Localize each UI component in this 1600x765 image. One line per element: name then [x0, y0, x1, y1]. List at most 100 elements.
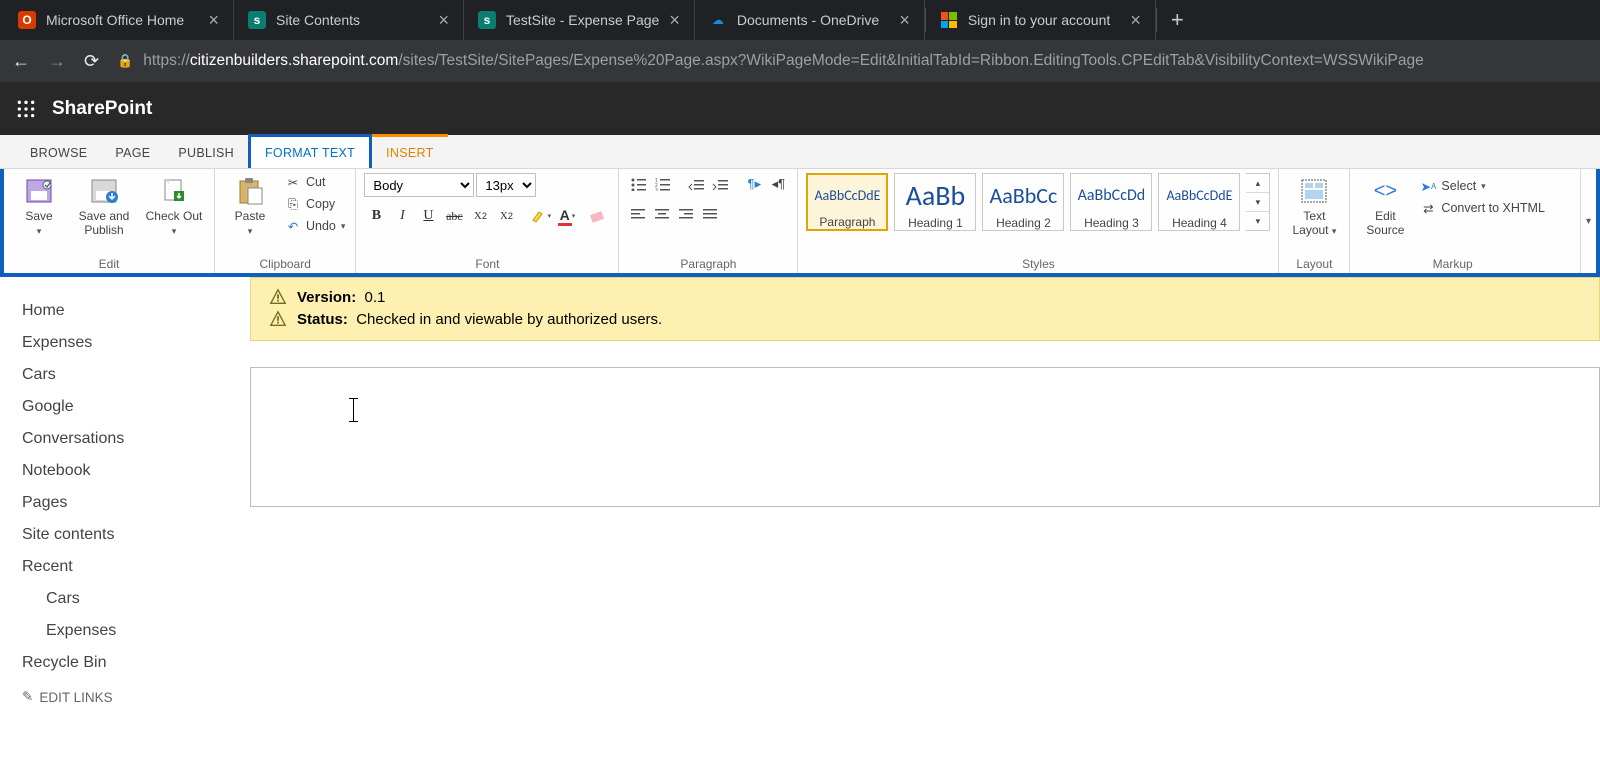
- style-heading-3[interactable]: AaBbCcDdHeading 3: [1070, 173, 1152, 231]
- style-paragraph[interactable]: AaBbCcDdEParagraph: [806, 173, 888, 231]
- outdent-button[interactable]: [685, 173, 707, 195]
- save-icon: [22, 175, 56, 207]
- style-heading-4[interactable]: AaBbCcDdEHeading 4: [1158, 173, 1240, 231]
- nav-conversations[interactable]: Conversations: [22, 423, 240, 455]
- browser-tab[interactable]: O Microsoft Office Home ×: [4, 0, 234, 40]
- tab-title: Site Contents: [276, 12, 428, 28]
- nav-home[interactable]: Home: [22, 295, 240, 327]
- undo-icon: ↶: [285, 218, 301, 234]
- tab-page[interactable]: PAGE: [101, 137, 164, 168]
- paste-button[interactable]: Paste▾: [223, 173, 277, 238]
- bullet-list-button[interactable]: [627, 173, 649, 195]
- italic-button[interactable]: I: [390, 205, 414, 227]
- align-left-button[interactable]: [627, 203, 649, 225]
- style-heading-1[interactable]: AaBbHeading 1: [894, 173, 976, 231]
- sharepoint-icon: s: [478, 11, 496, 29]
- style-heading-2[interactable]: AaBbCcHeading 2: [982, 173, 1064, 231]
- underline-button[interactable]: U: [416, 205, 440, 227]
- ribbon-tabs: BROWSE PAGE PUBLISH FORMAT TEXT INSERT: [0, 135, 1600, 169]
- reload-button[interactable]: ⟳: [84, 51, 99, 72]
- bold-button[interactable]: B: [364, 205, 388, 227]
- status-label: Status:: [297, 311, 348, 328]
- edit-source-icon: <>: [1368, 175, 1402, 207]
- ribbon-collapse-button[interactable]: ▾: [1580, 169, 1596, 273]
- url-display[interactable]: 🔒 https://citizenbuilders.sharepoint.com…: [117, 52, 1588, 70]
- text-layout-button[interactable]: Text Layout ▾: [1287, 173, 1341, 238]
- subscript-button[interactable]: X2: [468, 205, 492, 227]
- number-list-button[interactable]: 123: [651, 173, 673, 195]
- nav-cars[interactable]: Cars: [22, 359, 240, 391]
- nav-pages[interactable]: Pages: [22, 487, 240, 519]
- nav-notebook[interactable]: Notebook: [22, 455, 240, 487]
- align-center-button[interactable]: [651, 203, 673, 225]
- clear-format-button[interactable]: [586, 205, 610, 227]
- rtl-button[interactable]: ◂¶: [767, 173, 789, 195]
- cut-icon: ✂: [285, 174, 301, 190]
- text-layout-icon: [1297, 175, 1331, 207]
- app-launcher-icon[interactable]: [0, 83, 52, 135]
- font-color-button[interactable]: A▾: [554, 205, 578, 227]
- browser-tab[interactable]: Sign in to your account ×: [926, 0, 1156, 40]
- tab-browse[interactable]: BROWSE: [16, 137, 101, 168]
- edit-source-button[interactable]: <> Edit Source: [1358, 173, 1412, 238]
- check-out-button[interactable]: Check Out▾: [142, 173, 206, 238]
- version-value: 0.1: [365, 289, 386, 306]
- nav-site-contents[interactable]: Site contents: [22, 519, 240, 551]
- close-icon[interactable]: ×: [1130, 10, 1141, 31]
- styles-more[interactable]: ▴▾▾: [1246, 173, 1270, 231]
- forward-button[interactable]: →: [48, 51, 66, 72]
- convert-icon: ⇄: [1420, 200, 1436, 216]
- nav-recent[interactable]: Recent: [22, 551, 240, 583]
- tab-publish[interactable]: PUBLISH: [164, 137, 248, 168]
- nav-recycle-bin[interactable]: Recycle Bin: [22, 647, 240, 679]
- tab-insert[interactable]: INSERT: [372, 134, 447, 168]
- indent-button[interactable]: [709, 173, 731, 195]
- save-button[interactable]: Save▾: [12, 173, 66, 238]
- superscript-button[interactable]: X2: [494, 205, 518, 227]
- group-clipboard: Paste▾ ✂Cut ⎘Copy ↶Undo ▾ Clipboard: [215, 169, 356, 273]
- undo-button[interactable]: ↶Undo ▾: [283, 217, 347, 235]
- version-label: Version:: [297, 289, 356, 306]
- align-right-button[interactable]: [675, 203, 697, 225]
- group-label: Paragraph: [627, 255, 789, 271]
- ltr-button[interactable]: ¶▸: [743, 173, 765, 195]
- align-justify-button[interactable]: [699, 203, 721, 225]
- suite-title[interactable]: SharePoint: [52, 98, 152, 120]
- font-size-select[interactable]: 13px: [476, 173, 536, 197]
- strikethrough-button[interactable]: abc: [442, 205, 466, 227]
- browser-tab[interactable]: ☁ Documents - OneDrive ×: [695, 0, 925, 40]
- save-publish-icon: [87, 175, 121, 207]
- new-tab-button[interactable]: +: [1157, 0, 1198, 40]
- font-name-select[interactable]: Body: [364, 173, 474, 197]
- close-icon[interactable]: ×: [438, 10, 449, 31]
- close-icon[interactable]: ×: [899, 10, 910, 31]
- checkout-icon: [157, 175, 191, 207]
- browser-tab[interactable]: s TestSite - Expense Page ×: [464, 0, 695, 40]
- back-button[interactable]: ←: [12, 51, 30, 72]
- close-icon[interactable]: ×: [669, 10, 680, 31]
- cut-button[interactable]: ✂Cut: [283, 173, 347, 191]
- highlight-button[interactable]: ▾: [528, 205, 552, 227]
- group-paragraph: 123 ¶▸ ◂¶ Paragraph: [619, 169, 798, 273]
- edit-links-button[interactable]: ✎ EDIT LINKS: [22, 689, 240, 705]
- group-edit: Save▾ Save and Publish Check Out▾ Edit: [4, 169, 215, 273]
- browser-tab[interactable]: s Site Contents ×: [234, 0, 464, 40]
- group-label: Font: [364, 255, 610, 271]
- group-label: Edit: [12, 255, 206, 271]
- group-label: Layout: [1287, 255, 1341, 271]
- group-label: Markup: [1358, 255, 1547, 271]
- nav-expenses[interactable]: Expenses: [22, 327, 240, 359]
- nav-google[interactable]: Google: [22, 391, 240, 423]
- pencil-icon: ✎: [22, 689, 33, 705]
- page-content-editor[interactable]: [250, 367, 1600, 507]
- close-icon[interactable]: ×: [208, 10, 219, 31]
- tab-title: Sign in to your account: [968, 12, 1120, 28]
- lock-icon: 🔒: [117, 53, 133, 69]
- nav-recent-cars[interactable]: Cars: [22, 583, 240, 615]
- select-button[interactable]: ➤ASelect ▾: [1418, 177, 1547, 195]
- copy-button[interactable]: ⎘Copy: [283, 195, 347, 213]
- convert-xhtml-button[interactable]: ⇄Convert to XHTML: [1418, 199, 1547, 217]
- nav-recent-expenses[interactable]: Expenses: [22, 615, 240, 647]
- tab-format-text[interactable]: FORMAT TEXT: [248, 134, 372, 168]
- save-and-publish-button[interactable]: Save and Publish: [72, 173, 136, 238]
